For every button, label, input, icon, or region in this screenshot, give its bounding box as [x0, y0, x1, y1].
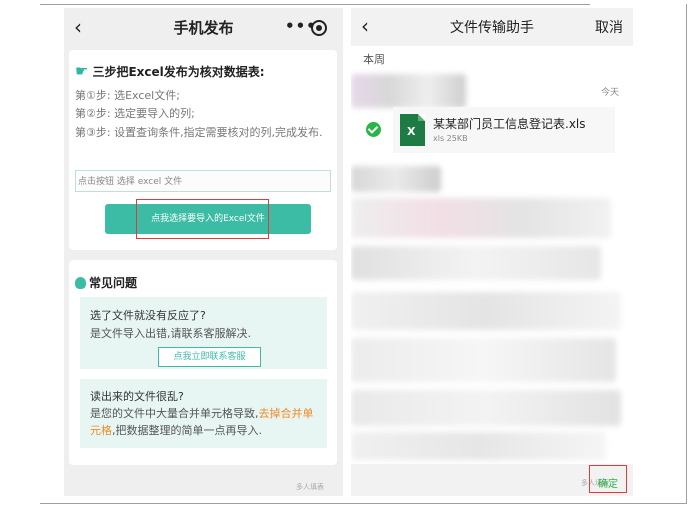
- file-name: 某某部门员工信息登记表.xls: [433, 117, 586, 131]
- cancel-button[interactable]: 取消: [595, 17, 623, 37]
- faq-item-1: 选了文件就没有反应了? 是文件导入出错,请联系客服解决. 点我立即联系客服: [80, 297, 327, 369]
- date-label: 今天: [600, 88, 619, 98]
- excel-file-letter: X: [407, 125, 416, 138]
- nav-bar: ‹ 文件传输助手 取消: [351, 8, 633, 46]
- nav-bar: ‹ 手机发布 •••: [64, 8, 343, 48]
- faq-heading: 常见问题: [75, 274, 137, 291]
- faq-card: 常见问题 选了文件就没有反应了? 是文件导入出错,请联系客服解决. 点我立即联系…: [69, 260, 337, 465]
- blurred-message: [351, 432, 606, 460]
- file-input[interactable]: 点击按钮 选择 excel 文件: [75, 170, 331, 192]
- lightbulb-icon: [75, 277, 86, 289]
- file-meta: xls 25KB: [433, 134, 468, 143]
- close-miniprogram-icon[interactable]: [311, 20, 327, 36]
- blurred-message: [351, 198, 611, 238]
- blurred-message: [351, 166, 441, 192]
- section-label: 本周: [363, 53, 385, 66]
- top-divider: [40, 4, 590, 5]
- selected-check-icon[interactable]: [366, 122, 381, 137]
- step-1: 第①步: 选Excel文件;: [75, 89, 180, 102]
- steps-heading: ☛ 三步把Excel发布为核对数据表:: [75, 62, 265, 80]
- contact-support-button[interactable]: 点我立即联系客服: [158, 347, 261, 367]
- faq-answer-2-text: 是您的文件中大量合并单元格导致,: [90, 407, 259, 420]
- faq-answer-1: 是文件导入出错,请联系客服解决.: [90, 327, 251, 340]
- blurred-message: [351, 390, 621, 426]
- blurred-message: [351, 246, 601, 280]
- mobile-publish-screen: ‹ 手机发布 ••• ☛ 三步把Excel发布为核对数据表: 第①步: 选Exce…: [64, 8, 343, 496]
- right-divider: [686, 4, 687, 504]
- step-3: 第③步: 设置查询条件,指定需要核对的列,完成发布.: [75, 126, 323, 139]
- miniprogram-capsule: •••: [273, 15, 335, 40]
- bottom-divider: [40, 503, 687, 504]
- file-transfer-screen: ‹ 文件传输助手 取消 本周 今天 X 某某部门员工信息登记表.xls xls …: [351, 8, 633, 496]
- faq-question-2: 读出来的文件很乱?: [90, 390, 184, 403]
- excel-file-icon: X: [400, 114, 425, 146]
- highlight-box: [589, 465, 627, 493]
- faq-question-1: 选了文件就没有反应了?: [90, 309, 206, 322]
- faq-heading-text: 常见问题: [89, 276, 138, 290]
- watermark: 多人填表: [296, 483, 324, 491]
- blurred-message: [351, 292, 621, 330]
- step-2: 第②步: 选定要导入的列;: [75, 107, 195, 120]
- steps-card: ☛ 三步把Excel发布为核对数据表: 第①步: 选Excel文件; 第②步: 选…: [69, 50, 337, 250]
- pointing-hand-icon: ☛: [75, 62, 89, 80]
- blurred-avatar: [351, 74, 466, 108]
- blurred-message: [351, 338, 616, 382]
- faq-item-2: 读出来的文件很乱? 是您的文件中大量合并单元格导致,去掉合并单元格,把数据整理的…: [80, 379, 327, 448]
- file-item[interactable]: X 某某部门员工信息登记表.xls xls 25KB: [393, 107, 615, 153]
- steps-heading-text: 三步把Excel发布为核对数据表:: [92, 65, 265, 79]
- page-title: 文件传输助手: [450, 20, 534, 36]
- highlight-box: [136, 199, 269, 239]
- faq-answer-2-tail: ,把数据整理的简单一点再导入.: [112, 424, 262, 437]
- faq-answer-2: 是您的文件中大量合并单元格导致,去掉合并单元格,把数据整理的简单一点再导入.: [90, 405, 322, 439]
